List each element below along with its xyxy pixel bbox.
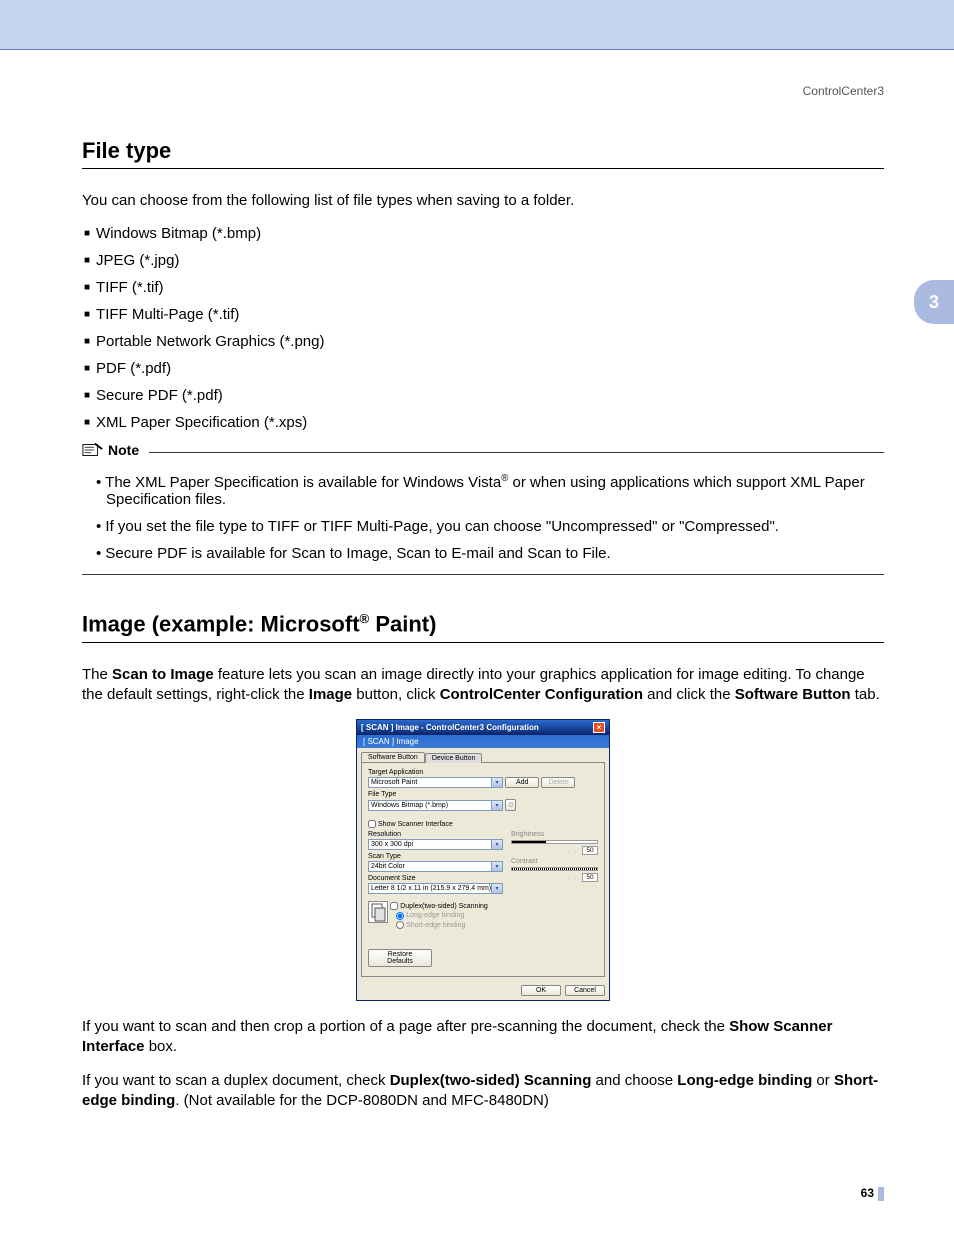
brightness-label: Brightness	[511, 831, 598, 838]
list-item: Windows Bitmap (*.bmp)	[84, 225, 884, 242]
heading-text: Paint)	[369, 612, 436, 637]
docsize-label: Document Size	[368, 875, 503, 882]
list-item: If you set the file type to TIFF or TIFF…	[96, 518, 884, 535]
resolution-label: Resolution	[368, 831, 503, 838]
chapter-tab: 3	[914, 280, 954, 324]
resolution-select[interactable]: 300 x 300 dpi▾	[368, 839, 503, 850]
top-header-bar	[0, 0, 954, 50]
chevron-down-icon: ▾	[491, 840, 502, 849]
list-item: JPEG (*.jpg)	[84, 252, 884, 269]
header-section-label: ControlCenter3	[0, 50, 954, 98]
divider	[82, 574, 884, 575]
list-item: TIFF (*.tif)	[84, 279, 884, 296]
dialog-footer: OK Cancel	[357, 981, 609, 1000]
long-edge-radio[interactable]: Long-edge binding	[396, 912, 464, 919]
dialog-subtitle: [ SCAN ] Image	[357, 735, 609, 748]
filetype-label: File Type	[368, 791, 598, 798]
list-item: TIFF Multi-Page (*.tif)	[84, 306, 884, 323]
list-item: PDF (*.pdf)	[84, 360, 884, 377]
page-content: File type You can choose from the follow…	[0, 98, 954, 1146]
add-button[interactable]: Add	[505, 777, 539, 788]
page-mark	[878, 1187, 884, 1201]
chevron-down-icon: ▾	[491, 801, 502, 810]
config-dialog: [ SCAN ] Image - ControlCenter3 Configur…	[356, 719, 610, 1001]
scantype-label: Scan Type	[368, 853, 503, 860]
scantype-select[interactable]: 24bit Color▾	[368, 861, 503, 872]
dialog-titlebar: [ SCAN ] Image - ControlCenter3 Configur…	[357, 720, 609, 735]
ok-button[interactable]: OK	[521, 985, 561, 996]
filetype-intro: You can choose from the following list o…	[82, 191, 884, 211]
page-number: 63	[0, 1186, 954, 1201]
dialog-tabs: Software Button Device Button	[357, 748, 609, 762]
delete-button[interactable]: Delete	[541, 777, 575, 788]
target-app-select[interactable]: Microsoft Paint▾	[368, 777, 503, 788]
paragraph-duplex: If you want to scan a duplex document, c…	[82, 1071, 884, 1112]
tab-software-button[interactable]: Software Button	[361, 752, 425, 762]
list-item: Secure PDF is available for Scan to Imag…	[96, 545, 884, 562]
duplex-checkbox[interactable]: Duplex(two-sided) Scanning	[390, 903, 488, 910]
contrast-value: 50	[582, 873, 598, 882]
list-item: Portable Network Graphics (*.png)	[84, 333, 884, 350]
note-rule	[149, 452, 884, 453]
list-item: The XML Paper Specification is available…	[96, 473, 884, 508]
paragraph-show-scanner: If you want to scan and then crop a port…	[82, 1017, 884, 1058]
cancel-button[interactable]: Cancel	[565, 985, 605, 996]
chevron-down-icon: ▾	[491, 778, 502, 787]
dialog-body: Target Application Microsoft Paint▾ Add …	[361, 762, 605, 977]
list-item: XML Paper Specification (*.xps)	[84, 414, 884, 431]
show-scanner-checkbox[interactable]: Show Scanner Interface	[368, 821, 453, 828]
target-app-label: Target Application	[368, 769, 598, 776]
heading-text: Image (example: Microsoft	[82, 612, 360, 637]
dialog-screenshot: [ SCAN ] Image - ControlCenter3 Configur…	[82, 719, 884, 1001]
heading-file-type: File type	[82, 138, 884, 169]
short-edge-radio[interactable]: Short-edge binding	[396, 922, 465, 929]
brightness-slider[interactable]	[511, 840, 598, 844]
list-item: Secure PDF (*.pdf)	[84, 387, 884, 404]
note-list: The XML Paper Specification is available…	[96, 473, 884, 562]
filetype-list: Windows Bitmap (*.bmp) JPEG (*.jpg) TIFF…	[84, 225, 884, 431]
contrast-label: Contrast	[511, 858, 598, 865]
contrast-slider[interactable]	[511, 867, 598, 871]
paragraph-scan-image: The Scan to Image feature lets you scan …	[82, 665, 884, 706]
note-text: The XML Paper Specification is available…	[105, 474, 501, 491]
tab-device-button[interactable]: Device Button	[425, 753, 483, 763]
chevron-down-icon: ▾	[491, 884, 502, 893]
note-header: Note	[82, 441, 884, 459]
duplex-icon	[368, 901, 388, 923]
reg-mark: ®	[360, 611, 370, 626]
brightness-value: 50	[582, 846, 598, 855]
filetype-select[interactable]: Windows Bitmap (*.bmp)▾	[368, 800, 503, 811]
dialog-title-text: [ SCAN ] Image - ControlCenter3 Configur…	[361, 723, 539, 732]
note-title: Note	[108, 442, 139, 458]
heading-image: Image (example: Microsoft® Paint)	[82, 611, 884, 642]
settings-icon[interactable]: ⚙	[505, 799, 516, 811]
note-icon	[82, 441, 104, 459]
close-icon[interactable]: ×	[593, 722, 605, 733]
restore-defaults-button[interactable]: Restore Defaults	[368, 949, 432, 967]
docsize-select[interactable]: Letter 8 1/2 x 11 in (215.9 x 279.4 mm)▾	[368, 883, 503, 894]
chevron-down-icon: ▾	[491, 862, 502, 871]
